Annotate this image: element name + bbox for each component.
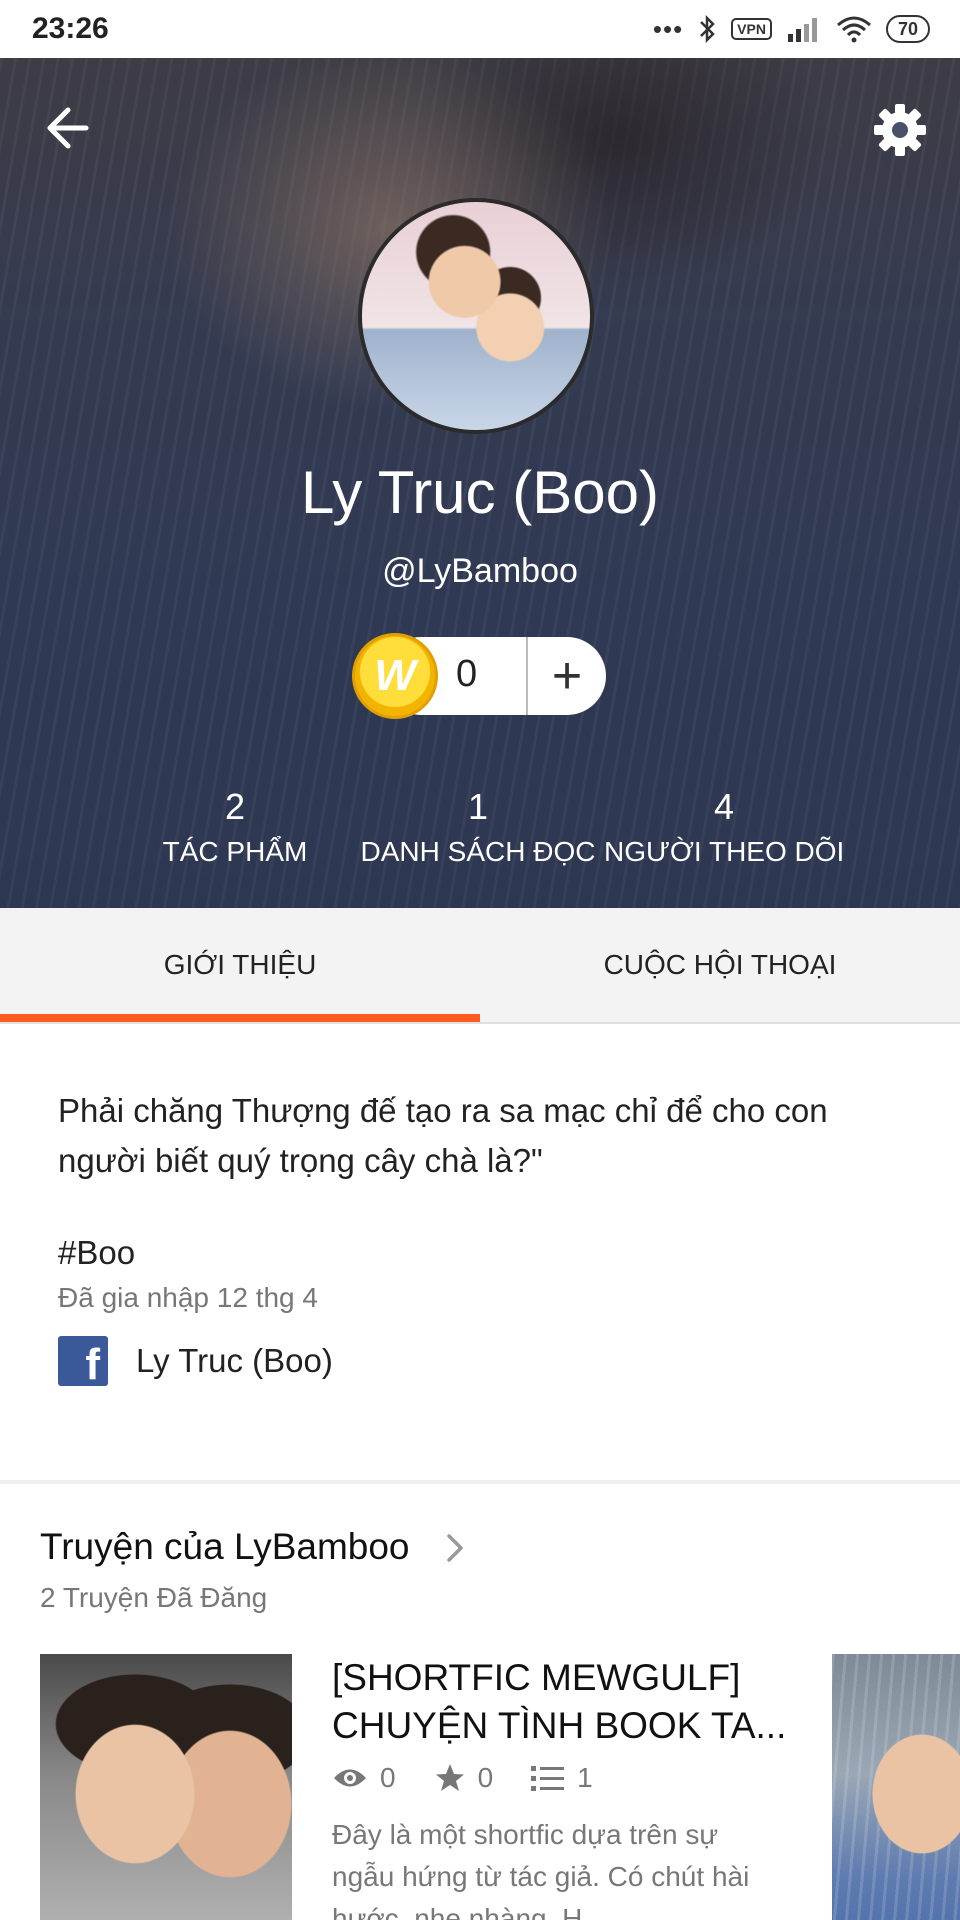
stat-works-value: 2 <box>224 786 246 827</box>
joined-date: Đã gia nhập 12 thg 4 <box>58 1282 318 1313</box>
story-parts-count: 1 <box>577 1762 593 1793</box>
stories-section: Truyện của LyBamboo 2 Truyện Đã Đăng [SH… <box>0 1484 960 1920</box>
story-cover-image[interactable] <box>40 1654 292 1920</box>
chevron-right-icon[interactable] <box>440 1530 470 1566</box>
status-bar: 23:26 ••• VPN 70 <box>0 0 960 58</box>
stat-works[interactable]: 2 TÁC PHẨM <box>115 786 355 868</box>
stat-followers[interactable]: 4 NGƯỜI THEO DÕI <box>604 786 844 868</box>
stat-reading-lists-value: 1 <box>467 786 489 827</box>
back-arrow-icon[interactable] <box>40 98 100 158</box>
tab-about[interactable]: GIỚI THIỆU <box>0 908 480 1022</box>
signal-icon <box>787 18 817 42</box>
list-icon <box>531 1766 565 1791</box>
star-icon <box>435 1764 464 1791</box>
coin-balance-pill: W 0 + <box>352 633 606 719</box>
more-dots-icon: ••• <box>652 13 684 44</box>
facebook-link[interactable]: Ly Truc (Boo) <box>136 1342 333 1380</box>
story-title-line-2: CHUYỆN TÌNH BOOK TA... <box>332 1705 787 1746</box>
coin-count: 0 <box>456 653 478 695</box>
stories-count: 2 Truyện Đã Đăng <box>40 1582 268 1613</box>
story-description: Đây là một shortfic dựa trên sự ngẫu hứn… <box>332 1819 750 1920</box>
story-title[interactable]: [SHORTFIC MEWGULF] CHUYỆN TÌNH BOOK TA..… <box>332 1654 802 1750</box>
story-meta: 0 0 1 <box>332 1762 617 1794</box>
stat-reading-lists[interactable]: 1 DANH SÁCH ĐỌC <box>358 786 598 868</box>
story-views-count: 0 <box>380 1762 396 1793</box>
story-votes: 0 <box>434 1762 494 1794</box>
buy-coins-button[interactable]: + <box>532 637 602 715</box>
stories-title[interactable]: Truyện của LyBamboo <box>40 1526 410 1568</box>
settings-gear-icon[interactable] <box>868 98 932 162</box>
stat-followers-value: 4 <box>713 786 735 827</box>
status-icons: ••• VPN 70 <box>653 14 930 45</box>
story-parts: 1 <box>531 1762 593 1794</box>
profile-header: Ly Truc (Boo) @LyBamboo W 0 + 2 TÁC PHẨM… <box>0 58 960 908</box>
next-story-cover-image[interactable] <box>832 1654 960 1920</box>
about-section: Phải chăng Thượng đế tạo ra sa mạc chỉ đ… <box>0 1024 960 1480</box>
status-time: 23:26 <box>32 12 109 45</box>
profile-bio: Phải chăng Thượng đế tạo ra sa mạc chỉ đ… <box>58 1092 828 1179</box>
wifi-icon <box>836 16 871 43</box>
facebook-icon[interactable]: f <box>58 1336 108 1386</box>
stat-works-label: TÁC PHẨM <box>162 836 308 867</box>
battery-indicator: 70 <box>885 15 930 43</box>
stat-followers-label: NGƯỜI THEO DÕI <box>604 836 845 867</box>
stat-reading-lists-label: DANH SÁCH ĐỌC <box>360 836 596 867</box>
pill-divider <box>526 637 528 715</box>
profile-tabs: GIỚI THIỆU CUỘC HỘI THOẠI <box>0 908 960 1024</box>
vpn-icon: VPN <box>731 18 772 40</box>
profile-hashtag[interactable]: #Boo <box>58 1234 135 1272</box>
profile-display-name: Ly Truc (Boo) <box>301 459 659 526</box>
bluetooth-icon <box>700 14 715 44</box>
profile-username: @LyBamboo <box>382 552 578 590</box>
story-votes-count: 0 <box>477 1762 494 1793</box>
wattpad-coin-icon: W <box>352 633 438 719</box>
eye-icon <box>334 1769 366 1787</box>
story-views: 0 <box>332 1762 396 1794</box>
coin-symbol: W <box>374 651 416 700</box>
story-title-line-1: [SHORTFIC MEWGULF] <box>332 1657 741 1698</box>
profile-avatar[interactable] <box>358 198 594 434</box>
tab-conversations[interactable]: CUỘC HỘI THOẠI <box>480 908 960 1022</box>
active-tab-indicator <box>0 1014 480 1022</box>
